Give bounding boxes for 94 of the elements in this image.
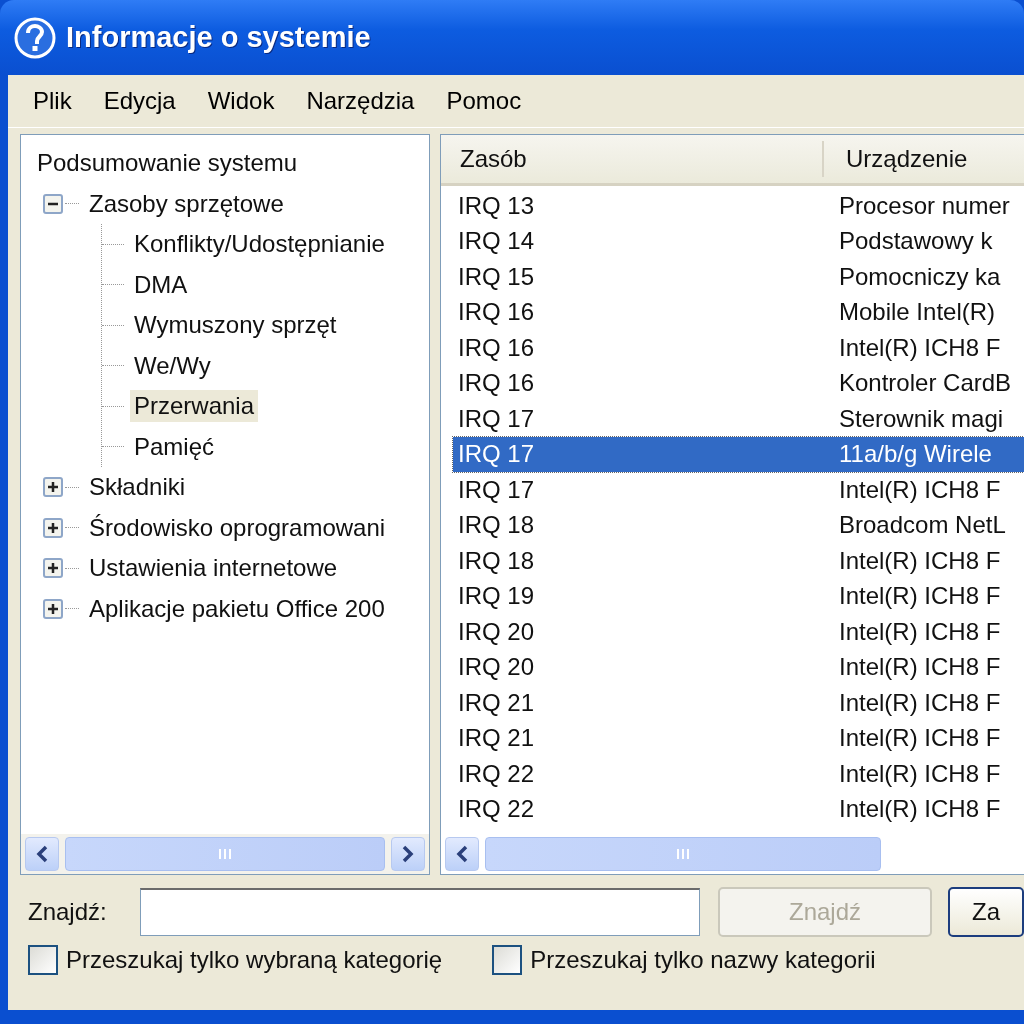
column-header[interactable]: Urządzenie <box>824 135 968 183</box>
table-cell-text: IRQ 18 <box>457 546 536 575</box>
collapse-icon[interactable] <box>43 193 63 214</box>
tree-item[interactable]: Składniki <box>85 471 190 504</box>
find-field[interactable] <box>140 888 701 936</box>
table-cell-text: IRQ 22 <box>457 759 536 788</box>
checkbox[interactable] <box>492 945 523 975</box>
tree-item[interactable]: DMA <box>130 268 192 301</box>
table-row[interactable]: IRQ 17 Sterownik magi <box>453 401 1024 437</box>
table-cell-text: IRQ 16 <box>457 298 536 327</box>
table-row[interactable]: IRQ 17 Intel(R) ICH8 F <box>453 472 1024 508</box>
table-cell: Intel(R) ICH8 F <box>839 653 1001 682</box>
table-row[interactable]: IRQ 20 Intel(R) ICH8 F <box>453 649 1024 685</box>
scroll-left-button[interactable] <box>445 837 479 871</box>
table-cell: Intel(R) ICH8 F <box>839 724 1001 753</box>
tree-item[interactable]: Podsumowanie systemu <box>33 147 302 180</box>
tree-item[interactable]: Ustawienia internetowe <box>85 552 342 585</box>
menu-item[interactable]: Pomoc <box>437 83 531 119</box>
table-cell: Broadcom NetL <box>839 511 1006 540</box>
table-cell: Intel(R) ICH8 F <box>839 759 1001 788</box>
checkbox-label[interactable]: Przeszukaj tylko wybraną kategorię <box>66 946 443 974</box>
table-row[interactable]: IRQ 17 11a/b/g Wirele <box>453 436 1024 472</box>
tree-item[interactable]: Wymuszony sprzęt <box>130 309 341 342</box>
menu-item[interactable]: Edycja <box>94 83 185 119</box>
tree-item[interactable]: Zasoby sprzętowe <box>85 187 288 220</box>
table-cell-text: IRQ 16 <box>457 333 536 362</box>
table-row[interactable]: IRQ 21 Intel(R) ICH8 F <box>453 685 1024 721</box>
table-cell: Pomocniczy ka <box>839 262 1001 291</box>
table-cell-text: IRQ 20 <box>457 653 536 682</box>
grip-icon <box>217 848 233 860</box>
table-row[interactable]: IRQ 13 Procesor numer <box>453 188 1024 224</box>
help-icon <box>14 16 56 59</box>
table-cell: Intel(R) ICH8 F <box>839 617 1001 646</box>
table-row[interactable]: IRQ 14 Podstawowy k <box>453 223 1024 259</box>
table-cell-text: IRQ 18 <box>457 511 536 540</box>
expand-icon[interactable] <box>43 598 63 619</box>
action-button[interactable]: Za <box>948 887 1024 937</box>
table-cell-text: IRQ 17 <box>457 404 536 433</box>
table-cell-text: IRQ 17 <box>457 440 536 469</box>
table-cell: Procesor numer <box>839 191 1010 220</box>
table-cell: 11a/b/g Wirele <box>839 440 992 469</box>
scroll-left-button[interactable] <box>25 837 59 871</box>
table-row[interactable]: IRQ 16 Mobile Intel(R) <box>453 294 1024 330</box>
menu-item[interactable]: Plik <box>24 83 81 119</box>
tree-item[interactable]: Konflikty/Udostępnianie <box>130 228 389 261</box>
table-row[interactable]: IRQ 18 Broadcom NetL <box>453 507 1024 543</box>
menu-item[interactable]: Widok <box>198 83 284 119</box>
table-row[interactable]: IRQ 20 Intel(R) ICH8 F <box>453 614 1024 650</box>
find-label: Znajdź: <box>28 898 108 926</box>
table-cell-text: IRQ 14 <box>457 227 536 256</box>
menu-item[interactable]: Narzędzia <box>297 83 424 119</box>
window-title: Informacje o systemie <box>66 21 371 54</box>
table-cell-text: IRQ 19 <box>457 582 536 611</box>
table-cell: Intel(R) ICH8 F <box>839 475 1001 504</box>
table-row[interactable]: IRQ 16 Intel(R) ICH8 F <box>453 330 1024 366</box>
table-cell: Sterownik magi <box>839 404 1004 433</box>
checkbox-label[interactable]: Przeszukaj tylko nazwy kategorii <box>530 946 876 974</box>
tree-item[interactable]: Pamięć <box>130 430 219 463</box>
table-cell: Intel(R) ICH8 F <box>839 688 1001 717</box>
column-header[interactable]: Zasób <box>445 141 824 177</box>
scroll-right-button[interactable] <box>391 837 425 871</box>
expand-icon[interactable] <box>43 477 63 498</box>
table-cell-text: IRQ 17 <box>457 475 536 504</box>
table-cell: Podstawowy k <box>839 227 993 256</box>
checkbox[interactable] <box>28 945 58 975</box>
tree-item[interactable]: Przerwania <box>130 390 259 423</box>
table-cell-text: IRQ 20 <box>457 617 536 646</box>
table-row[interactable]: IRQ 22 Intel(R) ICH8 F <box>453 791 1024 827</box>
table-cell: Intel(R) ICH8 F <box>839 546 1001 575</box>
table-cell-text: IRQ 16 <box>457 369 536 398</box>
table-row[interactable]: IRQ 18 Intel(R) ICH8 F <box>453 543 1024 579</box>
table-cell: Mobile Intel(R) <box>839 298 996 327</box>
table-row[interactable]: IRQ 22 Intel(R) ICH8 F <box>453 756 1024 792</box>
table-row[interactable]: IRQ 19 Intel(R) ICH8 F <box>453 578 1024 614</box>
scroll-thumb[interactable] <box>485 837 881 871</box>
table-cell-text: IRQ 22 <box>457 795 536 824</box>
table-cell: Intel(R) ICH8 F <box>839 795 1001 824</box>
table-cell-text: IRQ 13 <box>457 191 536 220</box>
tree-item[interactable]: Aplikacje pakietu Office 200 <box>85 592 389 625</box>
table-cell: Intel(R) ICH8 F <box>839 582 1001 611</box>
tree-item[interactable]: Środowisko oprogramowani <box>85 511 390 544</box>
table-row[interactable]: IRQ 16 Kontroler CardB <box>453 365 1024 401</box>
scroll-thumb[interactable] <box>65 837 385 871</box>
table-row[interactable]: IRQ 15 Pomocniczy ka <box>453 259 1024 295</box>
table-cell: Intel(R) ICH8 F <box>839 333 1001 362</box>
table-cell: Kontroler CardB <box>839 369 1012 398</box>
table-cell-text: IRQ 21 <box>457 724 536 753</box>
expand-icon[interactable] <box>43 517 63 538</box>
table-cell-text: IRQ 15 <box>457 262 536 291</box>
table-cell-text: IRQ 21 <box>457 688 536 717</box>
expand-icon[interactable] <box>43 558 63 579</box>
table-row[interactable]: IRQ 21 Intel(R) ICH8 F <box>453 720 1024 756</box>
tree-item[interactable]: We/Wy <box>130 349 215 382</box>
grip-icon <box>675 848 691 860</box>
